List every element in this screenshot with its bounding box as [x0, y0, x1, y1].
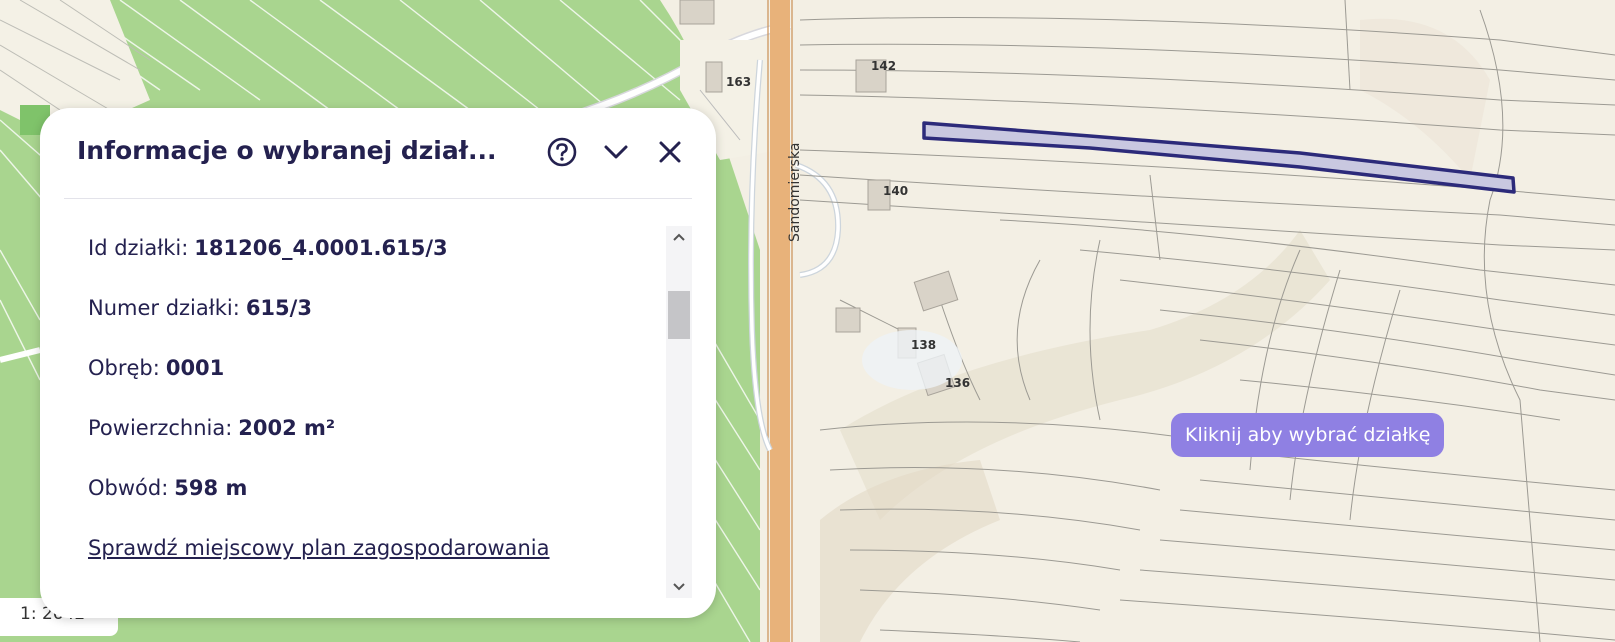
close-button[interactable]: [650, 132, 690, 172]
parcel-id-row: Id działki: 181206_4.0001.615/3: [88, 218, 678, 278]
house-number-label: 136: [945, 376, 970, 390]
panel-scrollbar[interactable]: [666, 226, 692, 598]
close-icon: [659, 141, 681, 163]
precinct-label: Obręb:: [88, 356, 160, 380]
area-row: Powierzchnia: 2002 m²: [88, 398, 678, 458]
chevron-down-icon: [673, 583, 685, 591]
parcel-info-panel: Informacje o wybranej dział... Id działk…: [40, 108, 716, 618]
chevron-down-icon: [604, 145, 628, 159]
panel-divider: [64, 198, 692, 199]
area-label: Powierzchnia:: [88, 416, 233, 440]
panel-header: Informacje o wybranej dział...: [40, 108, 716, 198]
tooltip-text: Kliknij aby wybrać działkę: [1185, 424, 1431, 446]
perimeter-label: Obwód:: [88, 476, 169, 500]
select-parcel-tooltip: Kliknij aby wybrać działkę: [1171, 413, 1445, 457]
street-label: Sandomierska: [787, 143, 803, 242]
zoning-plan-link[interactable]: Sprawdź miejscowy plan zagospodarowania: [88, 536, 550, 560]
scroll-thumb[interactable]: [668, 291, 690, 339]
help-button[interactable]: [542, 132, 582, 172]
house-number-label: 142: [871, 59, 896, 73]
house-number-label: 163: [726, 75, 751, 89]
house-number-label: 140: [883, 184, 908, 198]
panel-title: Informacje o wybranej dział...: [77, 136, 497, 165]
parcel-id-value: 181206_4.0001.615/3: [194, 236, 448, 260]
panel-body: Id działki: 181206_4.0001.615/3 Numer dz…: [88, 218, 678, 598]
precinct-value: 0001: [165, 356, 225, 380]
perimeter-value: 598 m: [174, 476, 248, 500]
house-number-label: 138: [911, 338, 936, 352]
collapse-button[interactable]: [596, 132, 636, 172]
parcel-id-label: Id działki:: [88, 236, 189, 260]
plan-link-row: Sprawdź miejscowy plan zagospodarowania: [88, 518, 678, 578]
scroll-up-button[interactable]: [666, 226, 692, 248]
parcel-number-value: 615/3: [245, 296, 312, 320]
area-value: 2002 m²: [238, 416, 336, 440]
parcel-number-label: Numer działki:: [88, 296, 240, 320]
scroll-down-button[interactable]: [666, 576, 692, 598]
chevron-up-icon: [673, 233, 685, 241]
parcel-number-row: Numer działki: 615/3: [88, 278, 678, 338]
help-icon: [547, 137, 577, 167]
perimeter-row: Obwód: 598 m: [88, 458, 678, 518]
precinct-row: Obręb: 0001: [88, 338, 678, 398]
